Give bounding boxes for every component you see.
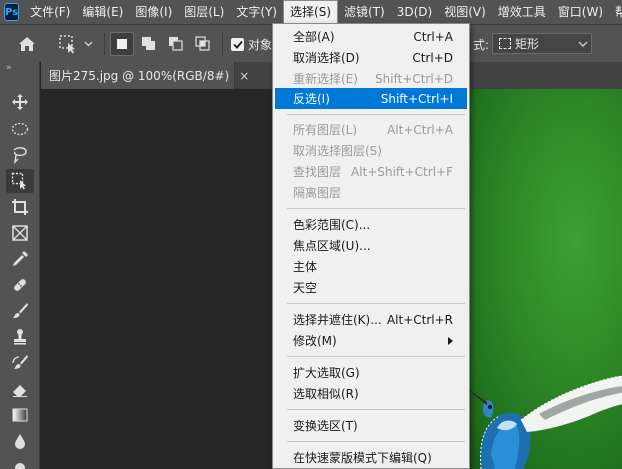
menu-window[interactable]: 窗口(W) [552,0,609,24]
object-checkbox-label: 对象 [248,38,273,52]
mode-label: 式: [473,38,490,52]
menu-image[interactable]: 图像(I) [129,0,178,24]
document-tab[interactable]: 图片275.jpg @ 100%(RGB/8#) × [41,62,249,89]
menu-item-transform-selection[interactable]: 变换选区(T) [275,415,467,436]
object-selection-tool-icon[interactable] [6,169,34,193]
move-tool-icon[interactable] [6,90,34,114]
blur-tool-icon[interactable] [6,429,34,453]
menu-item-deselect[interactable]: 取消选择(D) Ctrl+D [275,47,467,68]
intersect-selection-icon [195,36,210,51]
new-selection-button[interactable] [110,32,134,56]
add-selection-icon [142,37,155,50]
rectangle-marquee-icon [499,38,511,49]
document-tab-title: 图片275.jpg @ 100%(RGB/8#) [49,69,230,83]
brush-tool-icon[interactable] [6,299,34,323]
select-menu-dropdown: 全部(A) Ctrl+A 取消选择(D) Ctrl+D 重新选择(E) Shif… [272,23,470,469]
menu-help[interactable]: 帮助(H [609,0,622,24]
menu-edit[interactable]: 编辑(E) [76,0,129,24]
menu-item-inverse[interactable]: 反选(I) Shift+Ctrl+I [275,88,467,109]
menu-select[interactable]: 选择(S) [283,0,338,24]
crop-tool-icon[interactable] [6,195,34,219]
add-to-selection-button[interactable] [137,32,161,56]
menu-item-subject[interactable]: 主体 [275,256,467,277]
close-icon[interactable]: × [239,69,249,83]
menu-separator [287,303,465,304]
menu-layer[interactable]: 图层(L) [178,0,230,24]
checkmark-icon [232,40,243,49]
menu-item-quick-mask[interactable]: 在快速蒙版模式下编辑(Q) [275,447,467,468]
menu-item-modify[interactable]: 修改(M) [275,330,467,351]
submenu-arrow-icon [448,336,453,345]
menu-item-grow[interactable]: 扩大选取(G) [275,362,467,383]
chevron-down-icon [84,41,93,47]
menu-separator [287,356,465,357]
menu-item-find-layers: 查找图层 Alt+Shift+Ctrl+F [293,164,453,180]
menu-item-select-all[interactable]: 全部(A) Ctrl+A [275,26,467,47]
clone-stamp-tool-icon[interactable] [6,325,34,349]
menu-file[interactable]: 文件(F) [24,0,76,24]
menu-filter[interactable]: 滤镜(T) [338,0,391,24]
divider [222,33,223,55]
dodge-tool-icon[interactable] [6,455,34,469]
menu-bar: Ps 文件(F) 编辑(E) 图像(I) 图层(L) 文字(Y) 选择(S) 滤… [0,0,622,24]
menu-item-sky[interactable]: 天空 [275,277,467,298]
divider [104,33,105,55]
menu-3d[interactable]: 3D(D) [391,0,438,24]
tools-panel: » [0,62,40,469]
document-image[interactable] [461,89,622,469]
menu-item-isolate-layers: 隔离图层 [293,186,342,200]
menu-separator [287,441,465,442]
menu-item-select-and-mask[interactable]: 选择并遮住(K)... Alt+Ctrl+R [275,309,467,330]
menu-item-color-range[interactable]: 色彩范围(C)... [275,214,467,235]
healing-brush-tool-icon[interactable] [6,273,34,297]
photoshop-logo-icon: Ps [4,3,20,21]
object-selection-tool-icon [59,35,75,54]
mode-select[interactable]: 矩形 [492,33,592,54]
menu-separator [287,208,465,209]
menu-view[interactable]: 视图(V) [438,0,492,24]
frame-tool-icon[interactable] [6,221,34,245]
elliptical-marquee-tool-icon[interactable] [6,117,34,141]
menu-type[interactable]: 文字(Y) [230,0,283,24]
tool-preset-picker[interactable] [58,32,100,56]
home-icon[interactable] [14,32,40,56]
menu-item-all-layers: 所有图层(L) Alt+Ctrl+A [293,122,453,138]
menu-separator [287,114,465,115]
subtract-from-selection-button[interactable] [164,32,188,56]
object-checkbox[interactable] [231,38,244,51]
eyedropper-tool-icon[interactable] [6,247,34,271]
object-checkbox-group[interactable]: 对象 [231,36,272,53]
lasso-tool-icon[interactable] [6,143,34,167]
new-selection-icon [117,39,127,49]
eraser-tool-icon[interactable] [6,377,34,401]
menu-item-similar[interactable]: 选取相似(R) [275,383,467,404]
hummingbird-image [463,375,622,469]
menu-item-reselect: 重新选择(E) Shift+Ctrl+D [293,71,453,87]
chevron-down-icon [578,41,588,47]
subtract-selection-icon [169,37,183,51]
menu-plugins[interactable]: 增效工具 [492,0,552,24]
gradient-tool-icon[interactable] [6,403,34,427]
menu-item-deselect-layers: 取消选择图层(S) [293,144,382,158]
menu-separator [287,409,465,410]
history-brush-tool-icon[interactable] [6,351,34,375]
mode-select-value: 矩形 [515,37,540,51]
menu-item-focus-area[interactable]: 焦点区域(U)... [275,235,467,256]
intersect-selection-button[interactable] [191,32,215,56]
collapse-toolbar-icon[interactable]: » [0,62,39,74]
